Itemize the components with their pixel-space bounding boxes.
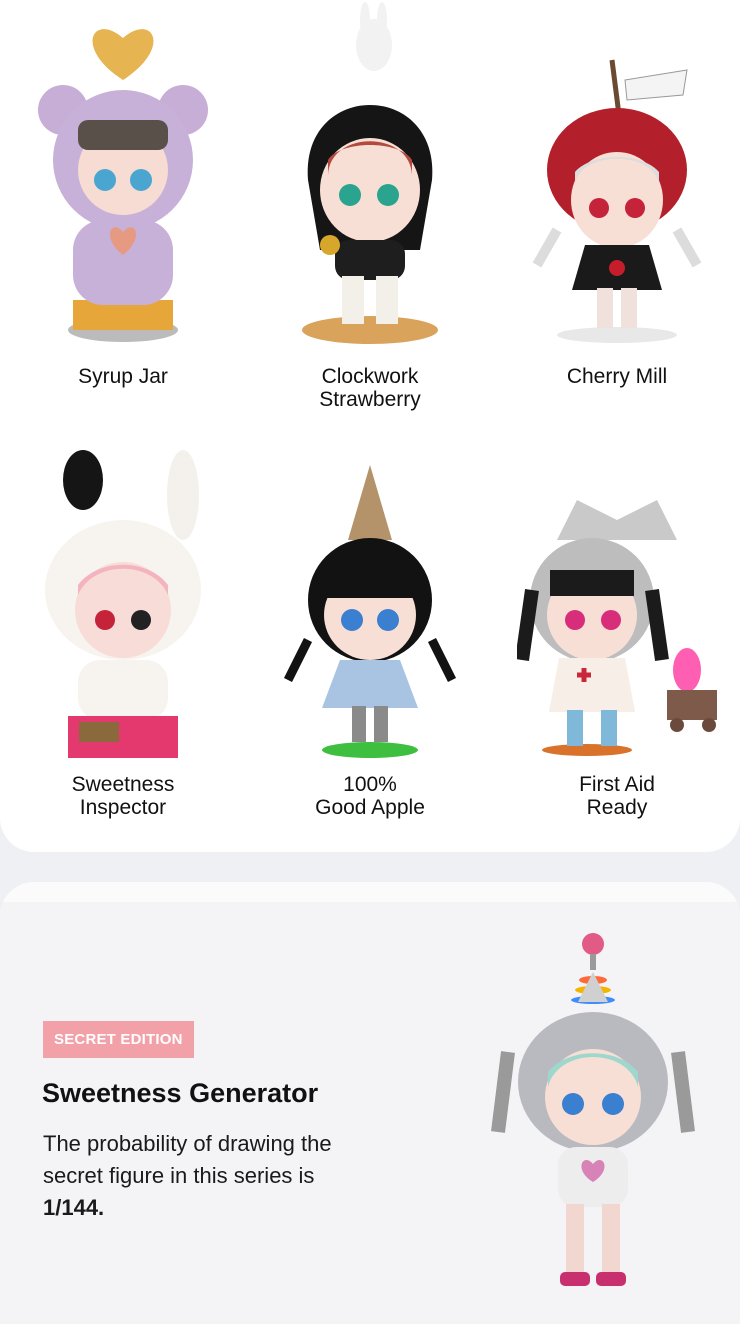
figure-item-clockwork-strawberry[interactable]: Clockwork Strawberry bbox=[247, 0, 493, 420]
secret-probability-prefix: The probability of drawing the secret fi… bbox=[43, 1131, 332, 1188]
figure-item-syrup-jar[interactable]: Syrup Jar bbox=[0, 0, 246, 420]
clockwork-strawberry-figure bbox=[302, 2, 438, 344]
figure-label: Syrup Jar bbox=[78, 365, 168, 388]
figure-grid: Syrup Jar Clockwork Strawberry Cherry Mi… bbox=[0, 0, 740, 852]
secret-probability-text: The probability of drawing the secret fi… bbox=[43, 1128, 363, 1224]
figure-label: 100% Good Apple bbox=[315, 773, 425, 819]
first-aid-ready-figure bbox=[517, 500, 717, 756]
figure-item-first-aid-ready[interactable]: First Aid Ready bbox=[494, 440, 740, 860]
secret-probability-value: 1/144. bbox=[43, 1195, 105, 1220]
cherry-mill-figure bbox=[532, 59, 702, 343]
figure-label: Cherry Mill bbox=[566, 365, 668, 388]
figure-label: First Aid Ready bbox=[579, 773, 655, 819]
figure-label: Sweetness Inspector bbox=[71, 773, 175, 819]
secret-figure-title: Sweetness Generator bbox=[42, 1078, 319, 1108]
sweetness-generator-figure bbox=[491, 933, 695, 1286]
secret-edition-section: SECRET EDITION Sweetness Generator The p… bbox=[0, 882, 740, 1324]
figures-card: Syrup Jar Clockwork Strawberry Cherry Mi… bbox=[0, 0, 740, 852]
sweetness-inspector-bunny-figure bbox=[45, 450, 201, 758]
syrup-jar-bear-figure bbox=[38, 29, 208, 342]
figure-item-good-apple[interactable]: 100% Good Apple bbox=[247, 440, 493, 860]
figure-label: Clockwork Strawberry bbox=[319, 365, 421, 411]
good-apple-figure bbox=[283, 465, 457, 758]
secret-edition-badge: SECRET EDITION bbox=[43, 1021, 194, 1058]
figure-item-sweetness-inspector[interactable]: Sweetness Inspector bbox=[0, 440, 246, 860]
figure-item-cherry-mill[interactable]: Cherry Mill bbox=[494, 0, 740, 420]
